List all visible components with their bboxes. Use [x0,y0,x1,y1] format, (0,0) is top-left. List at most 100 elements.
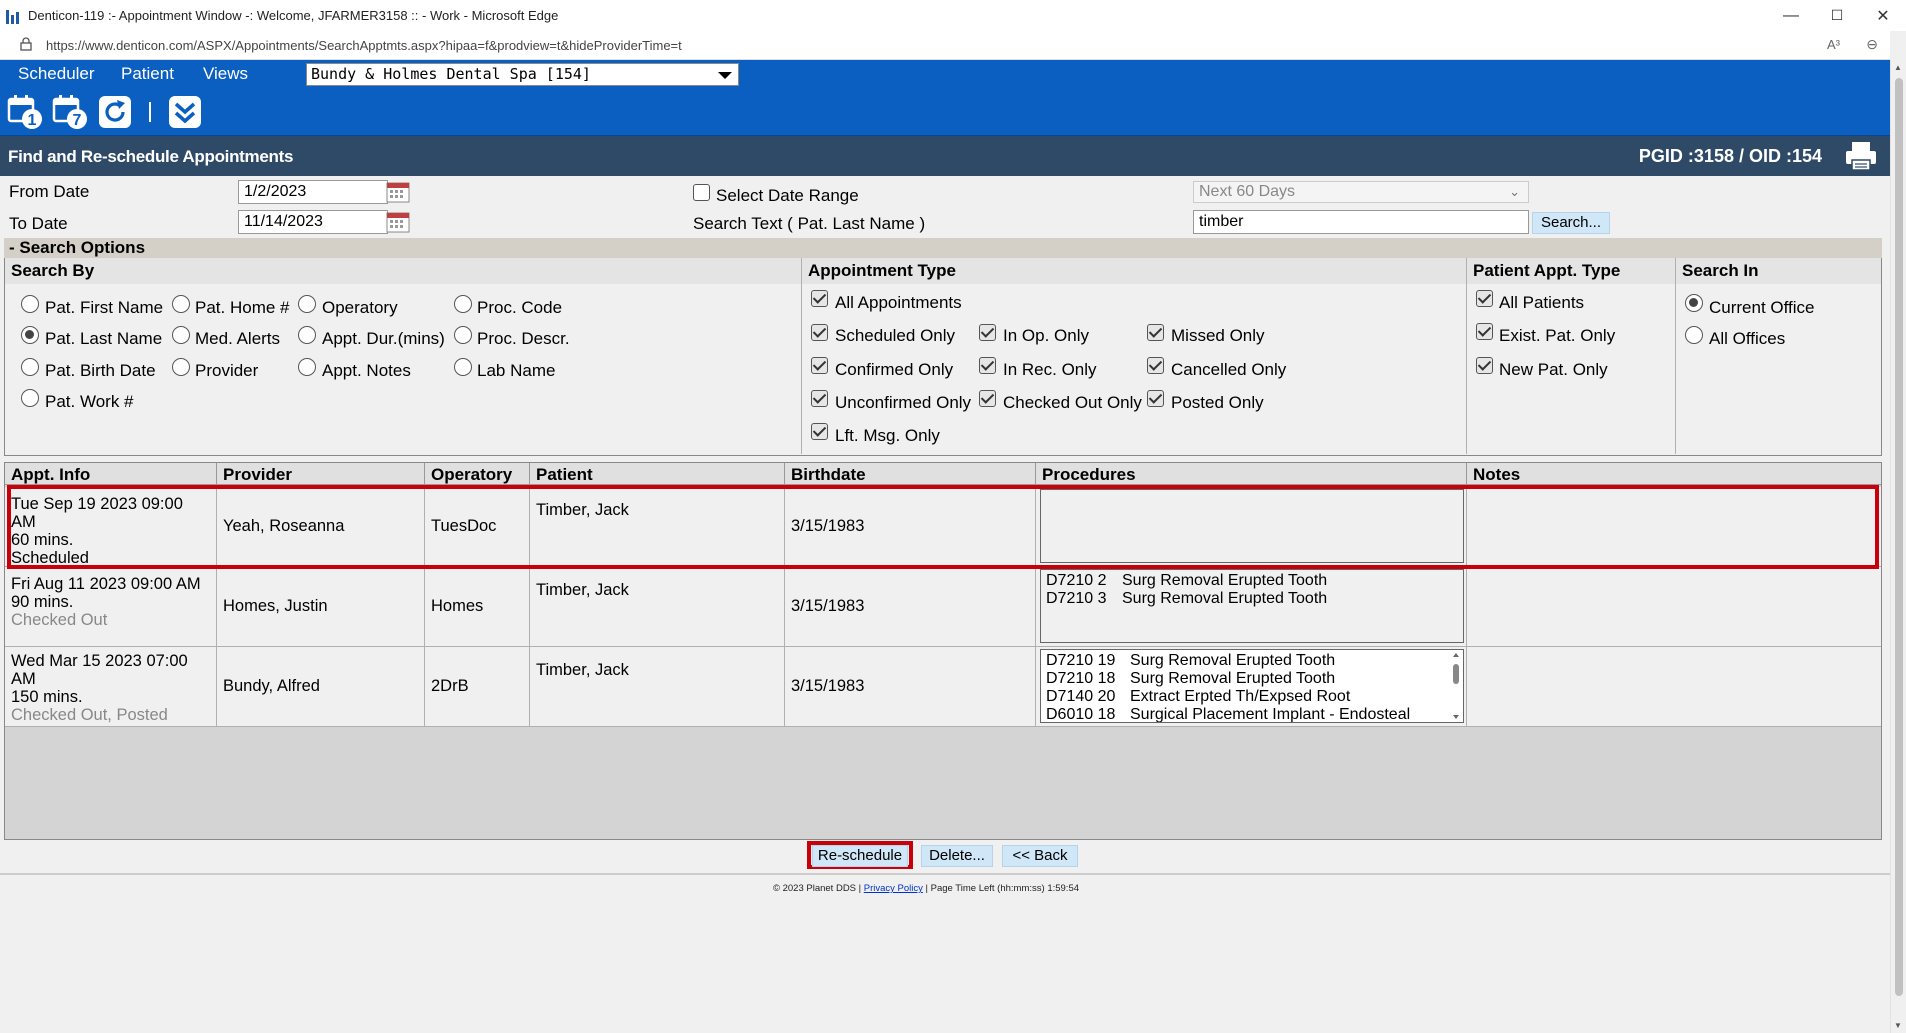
option-label: Missed Only [1171,326,1265,345]
search-text-input[interactable]: timber [1193,210,1529,234]
menu-patient[interactable]: Patient [121,64,174,84]
day-calendar-icon[interactable]: 1 [7,94,43,130]
week-calendar-icon[interactable]: 7 [52,94,88,130]
row-highlight [7,485,1879,569]
appt-info-cell: Fri Aug 11 2023 09:00 AM 90 mins. Checke… [5,567,217,646]
scroll-up-icon[interactable]: ▲ [1894,63,1902,72]
radio-pat-home[interactable] [172,295,190,313]
radio-pat-last-name[interactable] [21,326,39,344]
back-button[interactable]: << Back [1002,845,1078,867]
results-header: Appt. Info Provider Operatory Patient Bi… [5,463,1881,485]
address-bar[interactable]: https://www.denticon.com/ASPX/Appointmen… [0,31,1890,60]
checkbox-in-op-only[interactable] [979,324,996,341]
radio-operatory[interactable] [298,295,316,313]
appt-duration: 150 mins. [11,688,83,706]
procedures-scrollbar[interactable] [1451,652,1461,719]
checkbox-confirmed-only[interactable] [811,357,828,374]
radio-proc-code[interactable] [454,295,472,313]
close-window-button[interactable]: ✕ [1860,0,1906,31]
checkbox-all-appointments[interactable] [811,290,828,307]
col-procedures: Procedures [1036,463,1467,485]
printer-icon[interactable] [1844,140,1878,177]
patient-appt-type-heading: Patient Appt. Type [1467,258,1675,284]
search-options-toggle[interactable]: - Search Options [4,238,1882,258]
scrollbar-thumb[interactable] [1895,78,1903,996]
menu-views[interactable]: Views [203,64,248,84]
office-select-value: Bundy & Holmes Dental Spa [154] [311,65,591,83]
read-aloud-icon[interactable]: A³ [1827,37,1840,52]
maximize-button[interactable]: ☐ [1814,0,1860,31]
procedures-list[interactable]: D7210 19 Surg Removal Erupted Tooth D7210… [1040,649,1464,723]
birthdate-cell: 3/15/1983 [785,647,1036,726]
radio-provider[interactable] [172,358,190,376]
menu-scheduler[interactable]: Scheduler [18,64,95,84]
delete-button[interactable]: Delete... [921,845,993,867]
col-appt-info: Appt. Info [5,463,217,485]
radio-lab-name[interactable] [454,358,472,376]
office-select[interactable]: Bundy & Holmes Dental Spa [154] [306,63,739,86]
page-scrollbar[interactable]: ▲ ▼ [1890,60,1906,1033]
option-label: Proc. Descr. [477,329,570,348]
checkbox-lft-msg-only[interactable] [811,423,828,440]
to-date-input[interactable]: 11/14/2023 [238,210,388,234]
option-label: Med. Alerts [195,329,281,348]
appt-date: Wed Mar 15 2023 07:00 AM [11,652,188,688]
footer-text: © 2023 Planet DDS | Privacy Policy | Pag… [0,883,1852,894]
checkbox-in-rec-only[interactable] [979,357,996,374]
radio-pat-birth-date[interactable] [21,358,39,376]
copyright: © 2023 Planet DDS | [772,883,864,894]
option-label: Pat. Work # [45,392,134,411]
from-date-calendar-icon[interactable] [386,181,410,203]
procedure-line: D6010 18 Surgical Placement Implant - End… [1046,706,1411,723]
minimize-button[interactable]: — [1768,0,1814,31]
checkbox-scheduled-only[interactable] [811,324,828,341]
checkbox-all-patients[interactable] [1476,290,1493,307]
day-number: 1 [28,112,37,129]
radio-pat-work[interactable] [21,389,39,407]
page-ids: PGID :3158 / OID :154 [1638,146,1822,166]
radio-appt-dur[interactable] [298,326,316,344]
checkbox-unconfirmed-only[interactable] [811,390,828,407]
radio-med-alerts[interactable] [172,326,190,344]
privacy-policy-link[interactable]: Privacy Policy [864,883,923,894]
search-by-heading: Search By [5,258,801,284]
collapse-chevron-icon[interactable] [167,94,203,130]
refresh-icon[interactable] [97,94,133,130]
from-date-input[interactable]: 1/2/2023 [238,180,388,204]
reschedule-button[interactable]: Re-schedule [812,845,908,867]
appt-duration: 90 mins. [11,593,74,611]
checkbox-exist-pat-only[interactable] [1476,323,1493,340]
select-date-range-checkbox[interactable] [693,184,710,201]
provider-cell: Homes, Justin [217,567,425,646]
procedures-list[interactable]: D7210 2 Surg Removal Erupted Tooth D7210 … [1040,569,1464,643]
to-date-calendar-icon[interactable] [386,211,410,233]
checkbox-posted-only[interactable] [1147,390,1164,407]
appt-status: Checked Out, Posted [11,706,168,724]
checkbox-missed-only[interactable] [1147,324,1164,341]
date-range-select[interactable]: Next 60 Days ⌄ [1193,181,1529,203]
checkbox-checked-out-only[interactable] [979,390,996,407]
window-title: Denticon-119 :- Appointment Window -: We… [28,8,559,23]
scroll-down-icon[interactable]: ▼ [1894,1021,1902,1030]
radio-proc-descr[interactable] [454,326,472,344]
option-label: Checked Out Only [1003,393,1142,412]
radio-current-office[interactable] [1685,294,1703,312]
provider-cell: Bundy, Alfred [217,647,425,726]
checkbox-cancelled-only[interactable] [1147,357,1164,374]
table-row[interactable]: Wed Mar 15 2023 07:00 AM 150 mins. Check… [5,647,1881,727]
toolbar-divider [149,102,151,122]
option-label: All Patients [1499,293,1585,312]
url-text[interactable]: https://www.denticon.com/ASPX/Appointmen… [46,38,682,53]
table-row[interactable]: Fri Aug 11 2023 09:00 AM 90 mins. Checke… [5,567,1881,647]
option-label: Pat. Last Name [45,329,163,348]
zoom-icon[interactable]: ⊖ [1866,36,1878,53]
procedure-line: D7210 2 Surg Removal Erupted Tooth [1046,572,1328,589]
option-label: Scheduled Only [835,326,956,345]
checkbox-new-pat-only[interactable] [1476,357,1493,374]
radio-all-offices[interactable] [1685,326,1703,344]
radio-pat-first-name[interactable] [21,295,39,313]
search-button[interactable]: Search... [1532,212,1610,234]
radio-appt-notes[interactable] [298,358,316,376]
procedure-line: D7210 3 Surg Removal Erupted Tooth [1046,590,1328,607]
option-label: Provider [195,361,259,380]
